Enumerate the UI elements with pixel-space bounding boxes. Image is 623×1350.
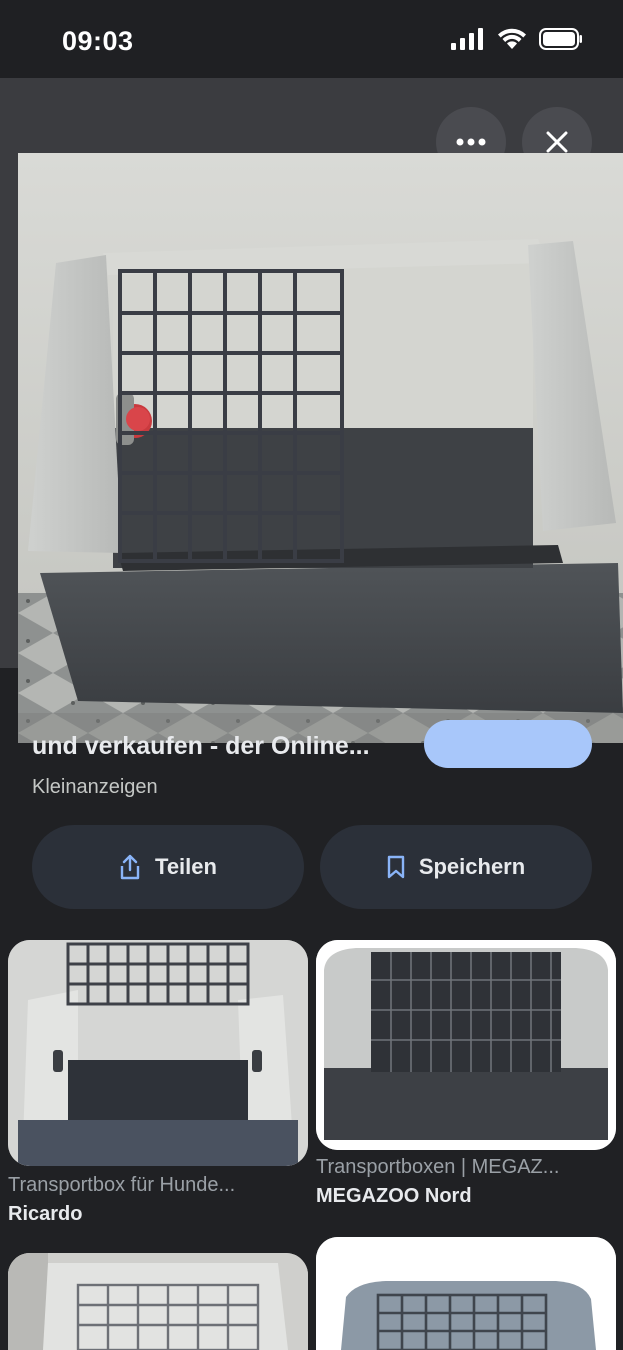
related-result-card[interactable] — [316, 1237, 616, 1350]
related-result-card[interactable]: Transportboxen | MEGAZ... MEGAZOO Nord — [316, 940, 616, 1208]
related-caption: Transportboxen | MEGAZ... — [316, 1156, 560, 1178]
related-thumbnail — [8, 1253, 308, 1350]
result-title[interactable]: und verkaufen - der Online... — [32, 732, 412, 761]
related-source: Ricardo — [8, 1203, 83, 1225]
related-source: MEGAZOO Nord — [316, 1185, 472, 1207]
related-thumbnail — [316, 1237, 616, 1350]
bookmark-icon — [387, 855, 405, 879]
battery-icon — [539, 28, 582, 50]
related-caption: Transportbox für Hunde... — [8, 1174, 236, 1196]
more-horizontal-icon — [456, 138, 486, 146]
close-icon — [546, 131, 568, 153]
save-button[interactable]: Speichern — [320, 825, 592, 909]
save-label: Speichern — [418, 854, 526, 879]
related-thumbnail — [8, 940, 308, 1166]
preview-image[interactable] — [18, 153, 623, 743]
status-icons — [451, 28, 583, 50]
status-bar: 09:03 — [0, 0, 623, 78]
result-source[interactable]: Kleinanzeigen — [32, 776, 158, 799]
wifi-icon — [498, 28, 526, 49]
dog-crate-photo — [18, 153, 623, 743]
share-label: Teilen — [155, 854, 217, 879]
share-button[interactable]: Teilen — [32, 825, 304, 909]
cellular-signal-icon — [451, 28, 483, 50]
related-thumbnail — [316, 940, 616, 1150]
visit-button[interactable] — [424, 720, 592, 768]
share-icon — [120, 854, 140, 880]
status-time: 09:03 — [62, 26, 134, 56]
related-result-card[interactable]: Transportbox für Hunde... Ricardo — [8, 940, 308, 1226]
related-result-card[interactable] — [8, 1253, 308, 1350]
